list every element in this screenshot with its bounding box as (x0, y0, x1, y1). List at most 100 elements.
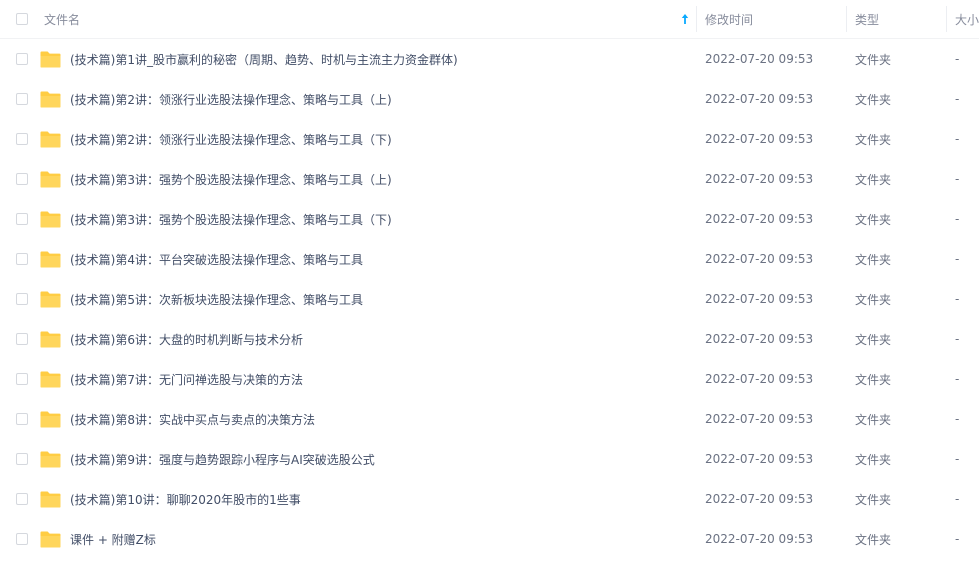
row-checkbox[interactable] (16, 173, 28, 185)
column-header-modified[interactable]: 修改时间 (705, 0, 845, 38)
column-header-size-label: 大小 (955, 12, 979, 27)
file-row[interactable]: (技术篇)第8讲：实战中买点与卖点的决策方法 2022-07-20 09:53 … (0, 399, 979, 439)
row-checkbox[interactable] (16, 293, 28, 305)
file-name-cell[interactable]: (技术篇)第10讲：聊聊2020年股市的1些事 (40, 479, 692, 519)
row-checkbox[interactable] (16, 373, 28, 385)
file-name[interactable]: (技术篇)第7讲：无门问禅选股与决策的方法 (70, 371, 303, 388)
row-checkbox-cell[interactable] (16, 479, 30, 519)
row-checkbox[interactable] (16, 253, 28, 265)
folder-icon (40, 131, 61, 147)
file-row[interactable]: (技术篇)第3讲：强势个股选股法操作理念、策略与工具（上) 2022-07-20… (0, 159, 979, 199)
file-type: 文件夹 (855, 92, 892, 107)
row-checkbox-cell[interactable] (16, 79, 30, 119)
file-name[interactable]: (技术篇)第3讲：强势个股选股法操作理念、策略与工具（下) (70, 211, 392, 228)
file-name-cell[interactable]: (技术篇)第2讲：领涨行业选股法操作理念、策略与工具（上) (40, 79, 692, 119)
file-name[interactable]: (技术篇)第5讲：次新板块选股法操作理念、策略与工具 (70, 291, 363, 308)
file-size: - (955, 332, 960, 346)
file-size: - (955, 452, 960, 466)
file-list: 文件名 修改时间 类型 大小 (技术篇)第1讲_股市赢利的秘密（周期、趋势、时机… (0, 0, 979, 586)
file-row[interactable]: (技术篇)第9讲：强度与趋势跟踪小程序与AI突破选股公式 2022-07-20 … (0, 439, 979, 479)
file-row[interactable]: (技术篇)第6讲：大盘的时机判断与技术分析 2022-07-20 09:53 文… (0, 319, 979, 359)
select-all-cell[interactable] (16, 0, 30, 38)
row-checkbox[interactable] (16, 133, 28, 145)
file-type: 文件夹 (855, 332, 892, 347)
file-name[interactable]: (技术篇)第8讲：实战中买点与卖点的决策方法 (70, 411, 315, 428)
file-size: - (955, 492, 960, 506)
file-type: 文件夹 (855, 492, 892, 507)
file-row[interactable]: (技术篇)第4讲：平台突破选股法操作理念、策略与工具 2022-07-20 09… (0, 239, 979, 279)
row-checkbox-cell[interactable] (16, 519, 30, 559)
row-checkbox-cell[interactable] (16, 39, 30, 79)
file-name-cell[interactable]: 课件 + 附赠Z标 (40, 519, 692, 559)
file-name[interactable]: (技术篇)第6讲：大盘的时机判断与技术分析 (70, 331, 303, 348)
file-modified: 2022-07-20 09:53 (705, 252, 814, 266)
file-type: 文件夹 (855, 452, 892, 467)
column-header-name-label: 文件名 (44, 12, 81, 27)
row-checkbox-cell[interactable] (16, 119, 30, 159)
file-size: - (955, 212, 960, 226)
file-modified: 2022-07-20 09:53 (705, 532, 814, 546)
row-checkbox-cell[interactable] (16, 239, 30, 279)
file-name-cell[interactable]: (技术篇)第7讲：无门问禅选股与决策的方法 (40, 359, 692, 399)
file-row[interactable]: (技术篇)第7讲：无门问禅选股与决策的方法 2022-07-20 09:53 文… (0, 359, 979, 399)
file-modified: 2022-07-20 09:53 (705, 372, 814, 386)
file-size: - (955, 52, 960, 66)
sort-ascending-icon[interactable] (681, 13, 689, 25)
file-size: - (955, 172, 960, 186)
file-modified: 2022-07-20 09:53 (705, 52, 814, 66)
file-name-cell[interactable]: (技术篇)第1讲_股市赢利的秘密（周期、趋势、时机与主流主力资金群体) (40, 39, 692, 79)
column-divider[interactable] (846, 6, 847, 32)
select-all-checkbox[interactable] (16, 13, 28, 25)
row-checkbox-cell[interactable] (16, 319, 30, 359)
file-name[interactable]: (技术篇)第4讲：平台突破选股法操作理念、策略与工具 (70, 251, 363, 268)
file-name-cell[interactable]: (技术篇)第8讲：实战中买点与卖点的决策方法 (40, 399, 692, 439)
file-name[interactable]: (技术篇)第3讲：强势个股选股法操作理念、策略与工具（上) (70, 171, 392, 188)
row-checkbox[interactable] (16, 493, 28, 505)
row-checkbox[interactable] (16, 533, 28, 545)
file-row[interactable]: (技术篇)第3讲：强势个股选股法操作理念、策略与工具（下) 2022-07-20… (0, 199, 979, 239)
file-modified: 2022-07-20 09:53 (705, 492, 814, 506)
file-name[interactable]: (技术篇)第10讲：聊聊2020年股市的1些事 (70, 491, 301, 508)
file-row[interactable]: (技术篇)第2讲：领涨行业选股法操作理念、策略与工具（上) 2022-07-20… (0, 79, 979, 119)
file-row[interactable]: (技术篇)第2讲：领涨行业选股法操作理念、策略与工具（下) 2022-07-20… (0, 119, 979, 159)
file-name[interactable]: (技术篇)第9讲：强度与趋势跟踪小程序与AI突破选股公式 (70, 451, 375, 468)
file-name-cell[interactable]: (技术篇)第3讲：强势个股选股法操作理念、策略与工具（上) (40, 159, 692, 199)
file-name[interactable]: 课件 + 附赠Z标 (70, 531, 156, 548)
row-checkbox-cell[interactable] (16, 439, 30, 479)
file-name[interactable]: (技术篇)第2讲：领涨行业选股法操作理念、策略与工具（上) (70, 91, 392, 108)
file-row[interactable]: (技术篇)第10讲：聊聊2020年股市的1些事 2022-07-20 09:53… (0, 479, 979, 519)
row-checkbox-cell[interactable] (16, 399, 30, 439)
file-name-cell[interactable]: (技术篇)第9讲：强度与趋势跟踪小程序与AI突破选股公式 (40, 439, 692, 479)
row-checkbox[interactable] (16, 413, 28, 425)
row-checkbox-cell[interactable] (16, 279, 30, 319)
file-name-cell[interactable]: (技术篇)第6讲：大盘的时机判断与技术分析 (40, 319, 692, 359)
row-checkbox[interactable] (16, 333, 28, 345)
file-modified: 2022-07-20 09:53 (705, 132, 814, 146)
column-header-type[interactable]: 类型 (855, 0, 945, 38)
file-name[interactable]: (技术篇)第1讲_股市赢利的秘密（周期、趋势、时机与主流主力资金群体) (70, 51, 458, 68)
row-checkbox[interactable] (16, 213, 28, 225)
folder-icon (40, 451, 61, 467)
column-divider[interactable] (946, 6, 947, 32)
row-checkbox-cell[interactable] (16, 199, 30, 239)
row-checkbox-cell[interactable] (16, 359, 30, 399)
file-size: - (955, 412, 960, 426)
file-modified: 2022-07-20 09:53 (705, 292, 814, 306)
row-checkbox[interactable] (16, 53, 28, 65)
file-name-cell[interactable]: (技术篇)第4讲：平台突破选股法操作理念、策略与工具 (40, 239, 692, 279)
column-divider[interactable] (696, 6, 697, 32)
file-row[interactable]: (技术篇)第1讲_股市赢利的秘密（周期、趋势、时机与主流主力资金群体) 2022… (0, 39, 979, 79)
file-row[interactable]: (技术篇)第5讲：次新板块选股法操作理念、策略与工具 2022-07-20 09… (0, 279, 979, 319)
folder-icon (40, 371, 61, 387)
file-size: - (955, 252, 960, 266)
row-checkbox[interactable] (16, 453, 28, 465)
file-name-cell[interactable]: (技术篇)第3讲：强势个股选股法操作理念、策略与工具（下) (40, 199, 692, 239)
file-name[interactable]: (技术篇)第2讲：领涨行业选股法操作理念、策略与工具（下) (70, 131, 392, 148)
column-header-size[interactable]: 大小 (955, 0, 979, 38)
file-row[interactable]: 课件 + 附赠Z标 2022-07-20 09:53 文件夹 - (0, 519, 979, 559)
row-checkbox-cell[interactable] (16, 159, 30, 199)
file-name-cell[interactable]: (技术篇)第2讲：领涨行业选股法操作理念、策略与工具（下) (40, 119, 692, 159)
column-header-name[interactable]: 文件名 (44, 0, 696, 38)
row-checkbox[interactable] (16, 93, 28, 105)
file-name-cell[interactable]: (技术篇)第5讲：次新板块选股法操作理念、策略与工具 (40, 279, 692, 319)
